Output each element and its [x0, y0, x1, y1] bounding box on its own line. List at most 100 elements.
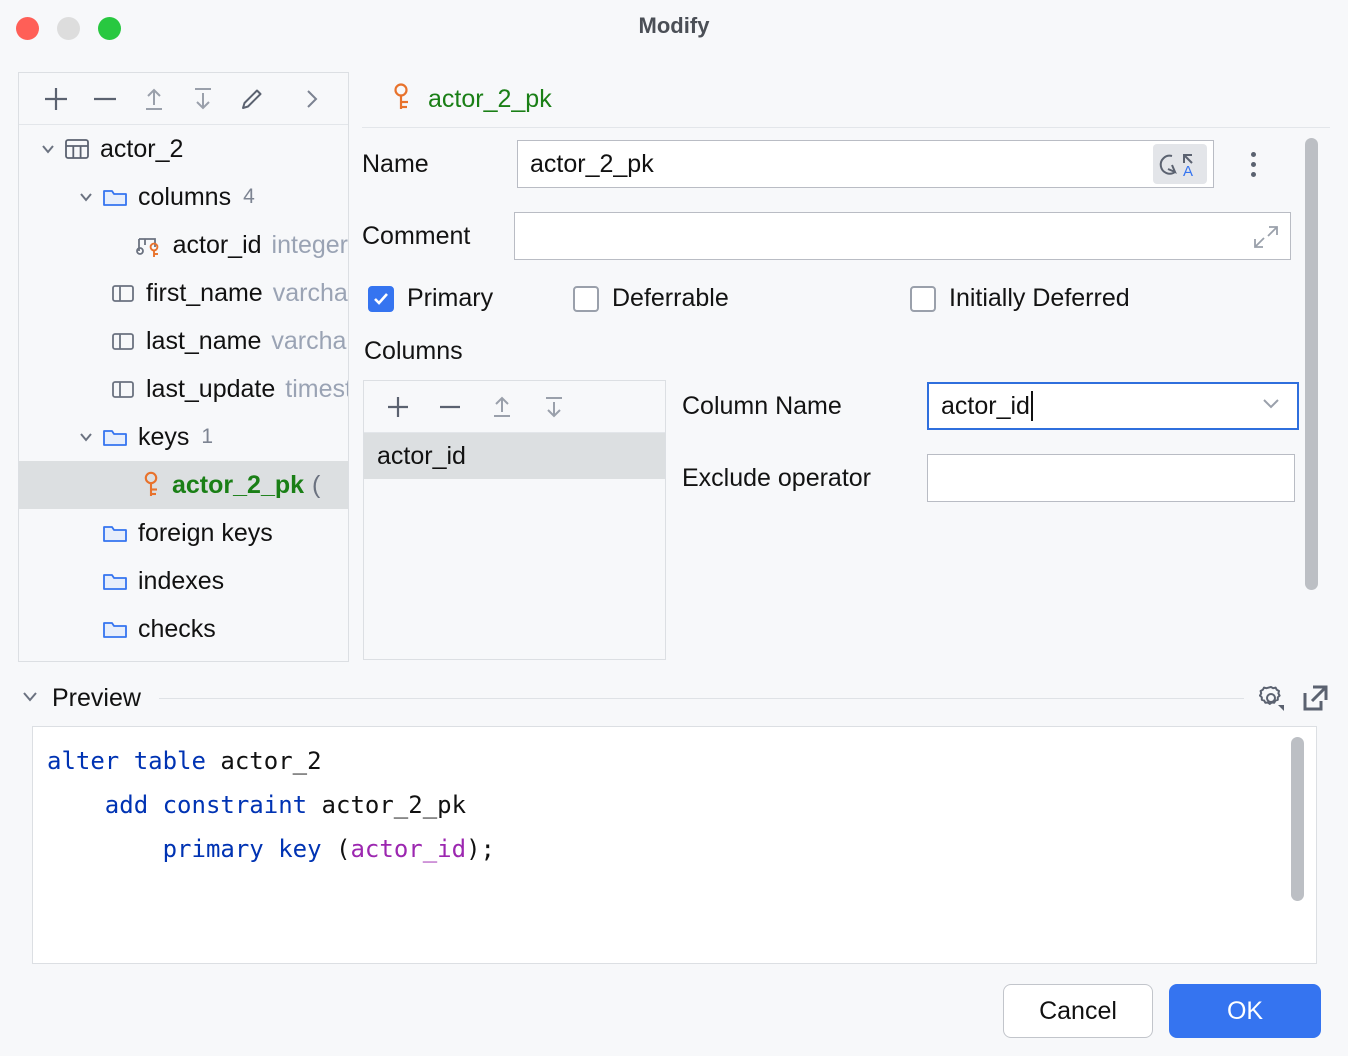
sql-preview-panel[interactable]: alter table actor_2 add constraint actor…: [32, 726, 1317, 964]
tree-item-label: last_update: [146, 375, 275, 404]
checkbox-deferrable[interactable]: Deferrable: [573, 284, 910, 313]
sql-line: primary key (actor_id);: [47, 827, 1316, 871]
chevron-down-icon[interactable]: [71, 186, 101, 208]
remove-button[interactable]: [80, 77, 129, 121]
sql-token: [47, 835, 163, 863]
sql-token: actor_id: [350, 835, 466, 863]
name-input-value: actor_2_pk: [530, 150, 654, 179]
sql-token: key: [278, 835, 321, 863]
sql-token: constraint: [163, 791, 308, 819]
tree-item-indexes[interactable]: indexes: [19, 557, 348, 605]
detail-scrollbar[interactable]: [1305, 138, 1318, 590]
sql-token: [264, 835, 278, 863]
tree-item-actor-2[interactable]: actor_2: [19, 125, 348, 173]
checkbox-primary-label: Primary: [407, 284, 493, 313]
tree-item-label: last_name: [146, 327, 261, 356]
expand-chevron-button[interactable]: [287, 77, 336, 121]
checkbox-deferrable-box[interactable]: [573, 286, 599, 312]
add-button[interactable]: [31, 77, 80, 121]
tree-item-actor-2-pk[interactable]: actor_2_pk (: [19, 461, 348, 509]
cancel-button[interactable]: Cancel: [1003, 984, 1153, 1038]
preview-divider: [159, 698, 1244, 699]
columns-section-label: Columns: [364, 337, 463, 366]
flags-row: Primary Deferrable Initially Deferred: [368, 284, 1130, 313]
detail-header: actor_2_pk: [362, 72, 1330, 128]
comment-input[interactable]: [514, 212, 1291, 260]
tree-item-keys[interactable]: keys1: [19, 413, 348, 461]
move-column-up-button[interactable]: [476, 385, 528, 429]
sql-token: [148, 791, 162, 819]
column-icon: [109, 375, 137, 403]
tree-item-meta: (: [312, 471, 320, 500]
chevron-down-icon[interactable]: [33, 138, 63, 160]
sql-token: [47, 791, 105, 819]
rename-refactor-icon[interactable]: A: [1153, 144, 1207, 184]
svg-text:A: A: [1183, 163, 1193, 179]
checkbox-initially-deferred[interactable]: Initially Deferred: [910, 284, 1130, 313]
folder-icon: [101, 615, 129, 643]
name-label: Name: [362, 150, 517, 179]
column-name-label: Column Name: [682, 392, 927, 421]
sql-line: alter table actor_2: [47, 739, 1316, 783]
move-down-button[interactable]: [179, 77, 228, 121]
open-external-icon[interactable]: [1300, 683, 1330, 713]
sql-token: alter: [47, 747, 119, 775]
columns-items[interactable]: actor_id: [364, 433, 665, 479]
add-column-button[interactable]: [372, 385, 424, 429]
checkbox-primary[interactable]: Primary: [368, 284, 573, 313]
move-up-button[interactable]: [129, 77, 178, 121]
tree-item-count: 4: [243, 185, 255, 209]
tree-item-last-name[interactable]: last_namevarchar: [19, 317, 348, 365]
columns-list-panel: actor_id: [363, 380, 666, 660]
checkbox-primary-box[interactable]: [368, 286, 394, 312]
object-tree-panel: actor_2columns 4 actor_idintegerfirst_name…: [18, 72, 349, 662]
tree-item-label: columns: [138, 183, 231, 212]
preview-collapse-icon[interactable]: [18, 684, 42, 713]
sql-preview-text: alter table actor_2 add constraint actor…: [33, 727, 1316, 871]
sql-line: add constraint actor_2_pk: [47, 783, 1316, 827]
column-name-combobox[interactable]: actor_id: [927, 382, 1299, 430]
column-icon: [109, 327, 137, 355]
gear-icon[interactable]: [1256, 683, 1286, 713]
tree-item-actor-id[interactable]: actor_idinteger: [19, 221, 348, 269]
comment-label: Comment: [362, 222, 514, 251]
folder-icon: [101, 423, 129, 451]
sql-token: primary: [163, 835, 264, 863]
column-name-value: actor_id: [941, 392, 1030, 421]
column-icon: [109, 279, 137, 307]
sql-token: add: [105, 791, 148, 819]
tree-item-label: checks: [138, 615, 216, 644]
remove-column-button[interactable]: [424, 385, 476, 429]
chevron-down-icon[interactable]: [71, 426, 101, 448]
preview-title: Preview: [52, 684, 141, 713]
tree-body[interactable]: actor_2columns 4 actor_idintegerfirst_name…: [19, 125, 348, 661]
tree-item-checks[interactable]: checks: [19, 605, 348, 653]
checkbox-initially-deferred-box[interactable]: [910, 286, 936, 312]
tree-item-columns[interactable]: columns 4: [19, 173, 348, 221]
tree-item-label: actor_2_pk: [172, 471, 304, 500]
edit-button[interactable]: [228, 77, 277, 121]
column-list-item[interactable]: actor_id: [364, 433, 665, 479]
page-title: Modify: [0, 13, 1348, 39]
detail-title: actor_2_pk: [428, 85, 552, 114]
tree-item-count: 1: [201, 425, 213, 449]
exclude-operator-label: Exclude operator: [682, 464, 927, 493]
more-vertical-icon[interactable]: [1240, 152, 1266, 177]
expand-editor-icon[interactable]: [1252, 223, 1280, 258]
tree-item-foreign-keys[interactable]: foreign keys: [19, 509, 348, 557]
tree-item-first-name[interactable]: first_namevarchar: [19, 269, 348, 317]
window-titlebar: Modify: [0, 0, 1348, 56]
sql-token: actor_2_pk: [307, 791, 466, 819]
move-column-down-button[interactable]: [528, 385, 580, 429]
name-input[interactable]: actor_2_pk A: [517, 140, 1214, 188]
table-icon: [63, 135, 91, 163]
preview-header: Preview: [18, 676, 1330, 720]
preview-scrollbar[interactable]: [1291, 737, 1304, 901]
column-key-icon: [134, 231, 164, 259]
tree-item-last-update[interactable]: last_updatetimestamp: [19, 365, 348, 413]
tree-item-label: actor_id: [173, 231, 262, 260]
ok-button[interactable]: OK: [1169, 984, 1321, 1038]
chevron-down-icon[interactable]: [1259, 391, 1283, 422]
detail-panel: actor_2_pk Name actor_2_pk A Comment: [362, 72, 1330, 662]
exclude-operator-input[interactable]: [927, 454, 1295, 502]
